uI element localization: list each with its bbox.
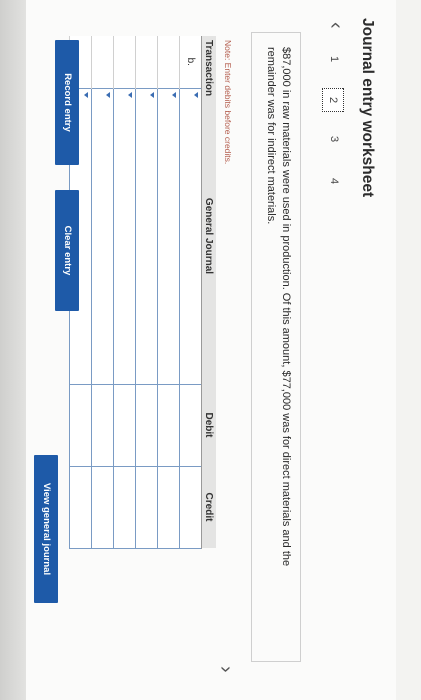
credit-input[interactable] (69, 466, 92, 548)
debit-input[interactable] (69, 384, 92, 466)
account-select[interactable] (113, 88, 136, 384)
step-3[interactable]: 3 (324, 128, 344, 150)
account-select[interactable] (179, 88, 202, 384)
transaction-cell (135, 36, 158, 88)
table-header-row: Transaction General Journal Debit Credit (201, 36, 216, 548)
debit-input[interactable] (135, 384, 158, 466)
table-row (91, 36, 114, 548)
dropdown-arrow-icon (194, 91, 198, 98)
dropdown-arrow-icon (84, 91, 88, 98)
col-header-debit: Debit (201, 384, 216, 466)
table-row (113, 36, 136, 548)
account-select[interactable] (157, 88, 180, 384)
step-1[interactable]: 1 (324, 48, 344, 70)
dropdown-arrow-icon (150, 91, 154, 98)
col-header-transaction: Transaction (201, 36, 216, 96)
record-entry-button[interactable]: Record entry (55, 40, 79, 165)
step-4[interactable]: 4 (324, 170, 344, 192)
debit-credit-note: Note: Enter debits before credits. (223, 40, 233, 165)
clear-entry-button[interactable]: Clear entry (55, 190, 79, 311)
credit-input[interactable] (157, 466, 180, 548)
worksheet-page: Journal entry worksheet ‹ 1 2 3 4 › $87,… (0, 0, 421, 700)
problem-statement: $87,000 in raw materials were used in pr… (251, 32, 301, 662)
table-row (157, 36, 180, 548)
transaction-cell (113, 36, 136, 88)
dropdown-arrow-icon (128, 91, 132, 98)
chevron-left-icon[interactable]: ‹ (325, 22, 347, 29)
chevron-right-icon[interactable]: › (215, 666, 237, 673)
journal-table: Transaction General Journal Debit Credit… (69, 36, 216, 549)
account-select[interactable] (135, 88, 158, 384)
transaction-cell (91, 36, 114, 88)
page-bottom-shadow (0, 0, 26, 700)
dropdown-arrow-icon (172, 91, 176, 98)
credit-input[interactable] (135, 466, 158, 548)
credit-input[interactable] (91, 466, 114, 548)
dropdown-arrow-icon (106, 91, 110, 98)
credit-input[interactable] (179, 466, 202, 548)
debit-input[interactable] (179, 384, 202, 466)
problem-text: $87,000 in raw materials were used in pr… (265, 47, 292, 567)
col-header-credit: Credit (201, 466, 216, 548)
account-select[interactable] (91, 88, 114, 384)
table-row: b. (179, 36, 202, 548)
transaction-cell (157, 36, 180, 88)
debit-input[interactable] (113, 384, 136, 466)
credit-input[interactable] (113, 466, 136, 548)
step-2[interactable]: 2 (322, 88, 344, 112)
debit-input[interactable] (157, 384, 180, 466)
col-header-general-journal: General Journal (201, 88, 216, 384)
table-row (135, 36, 158, 548)
page-title: Journal entry worksheet (359, 18, 376, 198)
worksheet-card: Journal entry worksheet ‹ 1 2 3 4 › $87,… (26, 0, 396, 700)
debit-input[interactable] (91, 384, 114, 466)
view-general-journal-button[interactable]: View general journal (34, 455, 58, 603)
transaction-cell: b. (179, 36, 202, 88)
